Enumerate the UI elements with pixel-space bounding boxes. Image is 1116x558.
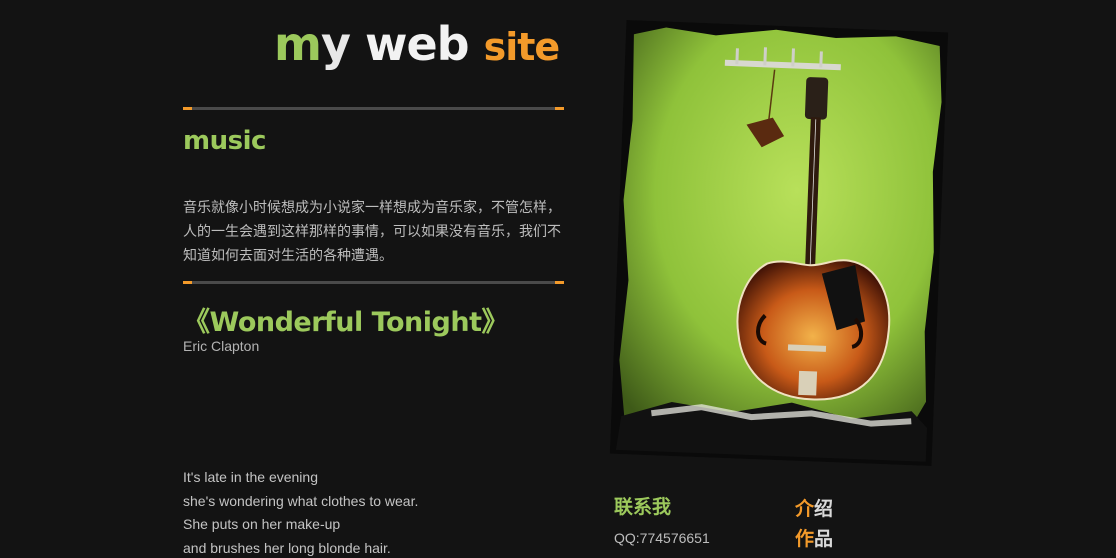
lyric-line: and brushes her long blonde hair. [183,539,391,556]
nav-link-works-rest: 品 [814,528,834,550]
section-title: music [183,126,266,156]
nav-link-intro-rest: 绍 [814,498,834,520]
lyrics: It's late in the evening she's wondering… [183,466,418,558]
nav-link-intro[interactable]: 介绍 [795,494,833,521]
divider-middle [183,281,564,284]
lyric-line: she's wondering what clothes to wear. [183,492,419,509]
logo-part-web: web [349,17,484,71]
nav-link-works[interactable]: 作品 [795,524,833,551]
logo-part-m: m [274,17,322,71]
lyric-line: She puts on her make-up [183,516,341,532]
lyric-line: It's late in the evening [183,469,318,485]
page: my web site music 音乐就像小时候想成为小说家一样想成为音乐家，… [0,0,1116,558]
nav-link-intro-first: 介 [795,498,815,520]
song-title: 《Wonderful Tonight》 [183,307,508,338]
logo-part-site: site [483,25,561,69]
intro-line: 音乐就像小时候想成为小说家一样想成为音乐家，不管怎样， [183,200,561,216]
intro-line: 人的一生会遇到这样那样的事情，可以如果没有音乐，我们不 [183,224,561,240]
logo-part-y: y [320,17,351,71]
guitar-photo [609,19,949,467]
contact-qq: QQ:774576651 [614,530,710,546]
nav-link-works-first: 作 [795,528,815,550]
contact-title[interactable]: 联系我 [614,492,671,519]
site-logo[interactable]: my web site [274,14,561,77]
song-artist: Eric Clapton [183,338,260,354]
intro-line: 知道如何去面对生活的各种遭遇。 [183,248,393,264]
divider-top [183,107,564,110]
intro-text: 音乐就像小时候想成为小说家一样想成为音乐家，不管怎样， 人的一生会遇到这样那样的… [183,196,565,268]
